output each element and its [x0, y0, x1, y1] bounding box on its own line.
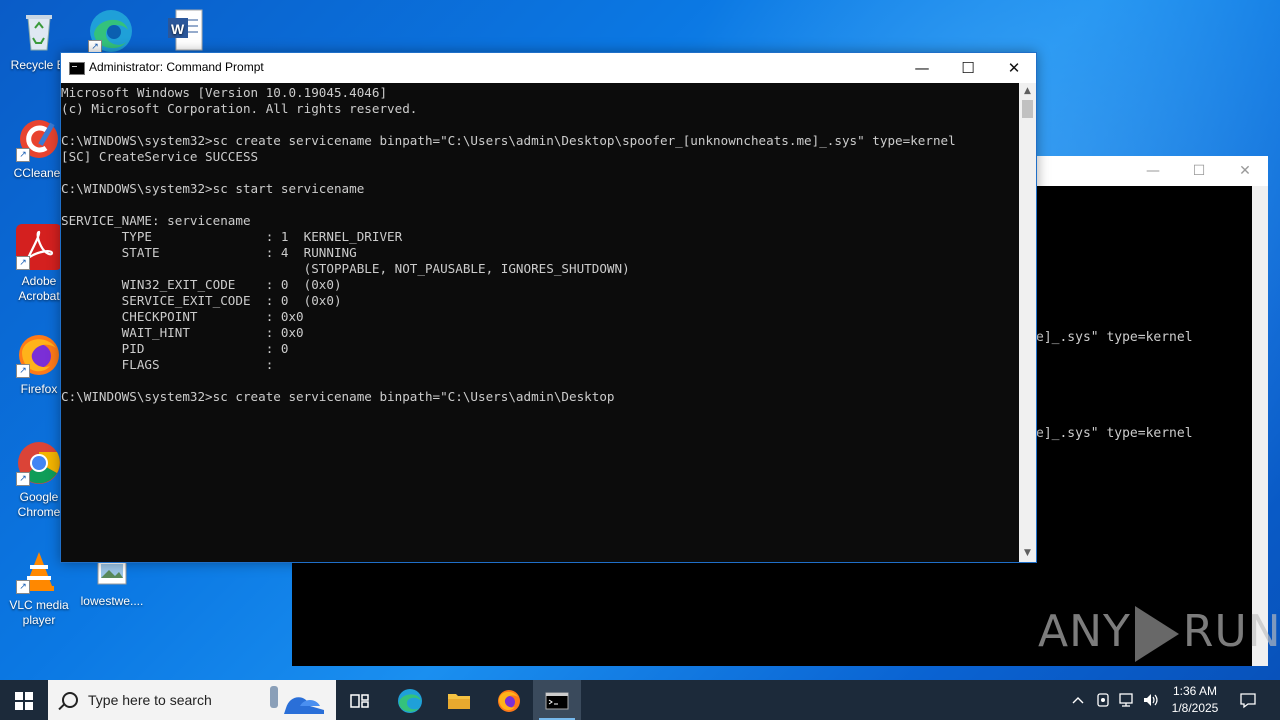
tray-device-icon[interactable]	[1093, 680, 1113, 720]
file-explorer-icon	[448, 693, 470, 709]
scroll-thumb[interactable]	[1022, 100, 1033, 118]
shortcut-arrow-icon: ↗	[16, 364, 30, 378]
close-button[interactable]: ✕	[991, 53, 1037, 83]
cmd-window[interactable]: Administrator: Command Prompt — ☐ ✕ Micr…	[60, 52, 1037, 563]
desktop-icon-label: lowestwe....	[80, 594, 144, 608]
play-logo-icon	[1134, 606, 1179, 662]
start-button[interactable]	[0, 680, 48, 720]
search-placeholder: Type here to search	[88, 692, 212, 708]
taskbar-edge[interactable]	[386, 680, 434, 720]
taskbar: Type here to search 1:36 AM 1/8/2025	[0, 680, 1280, 720]
recycle-bin-icon	[16, 8, 62, 54]
clock-time: 1:36 AM	[1172, 684, 1218, 698]
ccleaner-icon: ↗	[16, 116, 62, 162]
edge-icon	[398, 688, 422, 713]
minimize-button[interactable]: —	[899, 53, 945, 83]
tray-overflow-chevron-icon[interactable]	[1068, 680, 1088, 720]
vertical-scrollbar[interactable]: ▲ ▼	[1019, 83, 1036, 562]
shortcut-arrow-icon: ↗	[16, 580, 30, 594]
svg-text:W: W	[171, 21, 185, 37]
clock-date: 1/8/2025	[1171, 701, 1219, 715]
command-prompt-icon	[69, 62, 85, 75]
desktop-icon-image-file[interactable]: lowestwe....	[73, 556, 151, 609]
volume-icon[interactable]	[1140, 680, 1162, 720]
shortcut-arrow-icon: ↗	[16, 256, 30, 270]
maximize-button[interactable]: ☐	[945, 53, 991, 83]
firefox-icon	[498, 689, 520, 712]
watermark-text-left: ANY	[1038, 606, 1131, 657]
windows-logo-icon	[15, 691, 33, 710]
background-console-line: e]_.sys" type=kernel	[1036, 426, 1193, 441]
search-icon	[62, 692, 78, 708]
command-prompt-icon	[545, 692, 569, 709]
task-view-button[interactable]	[336, 680, 384, 720]
background-console-line: e]_.sys" type=kernel	[1036, 330, 1193, 345]
console-output[interactable]: Microsoft Windows [Version 10.0.19045.40…	[61, 83, 1020, 562]
shortcut-arrow-icon: ↗	[16, 472, 30, 486]
edge-icon: ↗	[88, 8, 134, 54]
word-icon: W	[162, 8, 208, 54]
scroll-down-icon[interactable]: ▼	[1019, 545, 1036, 562]
watermark-text-right: RUN	[1182, 606, 1280, 657]
taskbar-file-explorer[interactable]	[435, 680, 483, 720]
search-highlight-art-icon	[270, 686, 324, 714]
desktop-icon-word[interactable]: W	[146, 8, 224, 58]
vlc-icon: ↗	[16, 548, 62, 594]
desktop-icon-edge[interactable]: ↗	[72, 8, 150, 58]
background-scrollbar[interactable]	[1252, 186, 1268, 666]
background-close-button[interactable]: ✕	[1222, 156, 1268, 186]
network-icon[interactable]	[1116, 680, 1138, 720]
console-text: Microsoft Windows [Version 10.0.19045.40…	[61, 85, 956, 404]
acrobat-icon: ↗	[16, 224, 62, 270]
window-title: Administrator: Command Prompt	[89, 60, 264, 74]
taskbar-firefox[interactable]	[485, 680, 533, 720]
anyrun-watermark: ANY RUN	[1038, 606, 1280, 662]
desktop-icon-label: player	[22, 613, 56, 627]
scroll-up-icon[interactable]: ▲	[1019, 83, 1036, 100]
taskbar-command-prompt[interactable]	[533, 680, 581, 720]
taskbar-search-box[interactable]: Type here to search	[48, 680, 336, 720]
firefox-icon: ↗	[16, 332, 62, 378]
shortcut-arrow-icon: ↗	[16, 148, 30, 162]
background-minimize-button[interactable]: —	[1130, 156, 1176, 186]
desktop-icon-label: VLC media	[9, 598, 69, 612]
taskbar-clock[interactable]: 1:36 AM 1/8/2025	[1160, 683, 1230, 717]
cmd-titlebar[interactable]: Administrator: Command Prompt — ☐ ✕	[61, 53, 1036, 83]
task-view-icon	[350, 693, 369, 708]
notification-center-icon[interactable]	[1234, 680, 1262, 720]
chrome-icon: ↗	[16, 440, 62, 486]
background-maximize-button[interactable]: ☐	[1176, 156, 1222, 186]
